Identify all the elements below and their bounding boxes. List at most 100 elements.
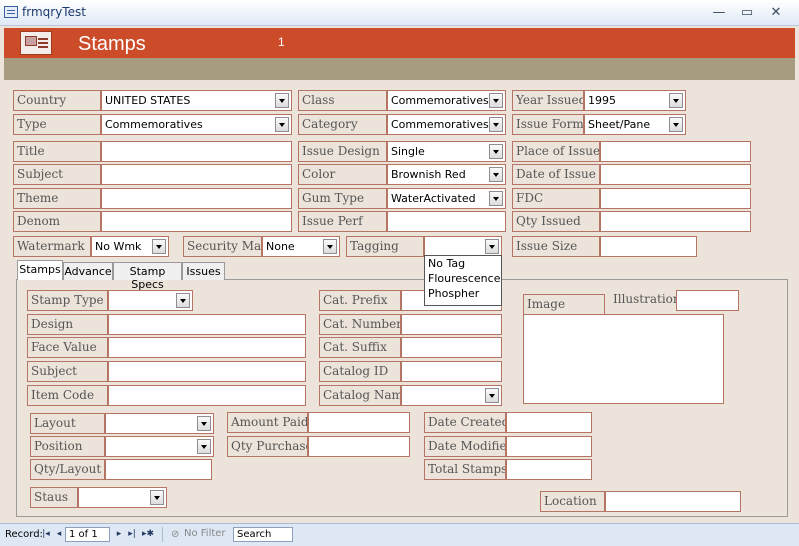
- dropdown-arrow-icon[interactable]: [669, 117, 683, 132]
- date-modified-field[interactable]: [506, 436, 592, 457]
- date-created-label: Date Created: [424, 412, 506, 433]
- category-label: Category: [298, 114, 387, 135]
- previous-record-icon[interactable]: ◂: [53, 528, 65, 540]
- subject-field[interactable]: [101, 164, 292, 185]
- dropdown-arrow-icon[interactable]: [150, 490, 164, 505]
- illustration-field[interactable]: [676, 290, 739, 311]
- item-code-field[interactable]: [108, 385, 306, 406]
- place-of-issue-field[interactable]: [600, 141, 751, 162]
- tagging-dropdown-list[interactable]: No Tag Flourescence Phospher: [424, 255, 502, 306]
- dropdown-option-no-tag[interactable]: No Tag: [425, 256, 501, 271]
- no-filter-button[interactable]: No Filter: [168, 527, 228, 542]
- date-of-issue-field[interactable]: [600, 164, 751, 185]
- theme-field[interactable]: [101, 188, 292, 209]
- type-combo[interactable]: Commemoratives: [101, 114, 292, 135]
- watermark-combo[interactable]: No Wmk: [91, 236, 169, 257]
- cat-suffix-field[interactable]: [401, 337, 502, 358]
- stamp-image-frame[interactable]: [523, 314, 724, 404]
- cat-number-field[interactable]: [401, 314, 502, 335]
- last-record-icon[interactable]: ▸|: [126, 528, 138, 540]
- dropdown-arrow-icon[interactable]: [152, 239, 166, 254]
- title-field[interactable]: [101, 141, 292, 162]
- tab-advance[interactable]: Advance: [63, 262, 113, 280]
- watermark-label: Watermark: [13, 236, 91, 257]
- qty-layout-field[interactable]: [105, 459, 212, 480]
- class-label: Class: [298, 90, 387, 111]
- category-combo[interactable]: Commemoratives: [387, 114, 506, 135]
- issue-perf-field[interactable]: [387, 211, 506, 232]
- layout-combo[interactable]: [105, 413, 214, 434]
- qty-purchased-field[interactable]: [308, 436, 410, 457]
- position-combo[interactable]: [105, 436, 214, 457]
- dropdown-arrow-icon[interactable]: [489, 167, 503, 182]
- close-button[interactable]: ✕: [763, 4, 789, 22]
- search-input[interactable]: Search: [233, 527, 293, 542]
- catalog-id-field[interactable]: [401, 361, 502, 382]
- dropdown-option-flourescence[interactable]: Flourescence: [425, 271, 501, 286]
- layout-label: Layout: [30, 413, 105, 434]
- staus-combo[interactable]: [78, 487, 167, 508]
- subject-label: Subject: [13, 164, 101, 185]
- position-label: Position: [30, 436, 105, 457]
- dropdown-arrow-icon[interactable]: [275, 117, 289, 132]
- current-record-box[interactable]: 1 of 1: [65, 527, 110, 542]
- denom-field[interactable]: [101, 211, 292, 232]
- dropdown-arrow-icon[interactable]: [489, 191, 503, 206]
- stamp-type-combo[interactable]: [108, 290, 193, 311]
- new-record-icon[interactable]: ▸✱: [140, 528, 156, 540]
- stamp-subject-field[interactable]: [108, 361, 306, 382]
- country-combo[interactable]: UNITED STATES: [101, 90, 292, 111]
- tab-stamp-specs[interactable]: Stamp Specs: [113, 262, 182, 291]
- total-stamps-field[interactable]: [506, 459, 592, 480]
- dropdown-arrow-icon[interactable]: [197, 439, 211, 454]
- place-of-issue-label: Place of Issue: [512, 141, 600, 162]
- year-issued-combo[interactable]: 1995: [584, 90, 686, 111]
- tab-issues[interactable]: Issues: [182, 262, 225, 280]
- location-field[interactable]: [605, 491, 741, 512]
- issue-design-combo[interactable]: Single: [387, 141, 506, 162]
- design-field[interactable]: [108, 314, 306, 335]
- minimize-button[interactable]: —: [706, 4, 732, 22]
- dropdown-arrow-icon[interactable]: [489, 93, 503, 108]
- date-of-issue-label: Date of Issue: [512, 164, 600, 185]
- stamp-subject-label: Subject: [27, 361, 108, 382]
- dropdown-option-phospher[interactable]: Phospher: [425, 286, 501, 301]
- issue-format-combo[interactable]: Sheet/Pane: [584, 114, 686, 135]
- dropdown-arrow-icon[interactable]: [489, 117, 503, 132]
- year-issued-label: Year Issued: [512, 90, 584, 111]
- color-combo[interactable]: Brownish Red: [387, 164, 506, 185]
- amount-paid-field[interactable]: [308, 412, 410, 433]
- qty-issued-field[interactable]: [600, 211, 751, 232]
- dropdown-arrow-icon[interactable]: [275, 93, 289, 108]
- dropdown-arrow-icon[interactable]: [489, 144, 503, 159]
- fdc-field[interactable]: [600, 188, 751, 209]
- dropdown-arrow-icon[interactable]: [485, 388, 499, 403]
- class-combo[interactable]: Commemoratives: [387, 90, 506, 111]
- issue-perf-label: Issue Perf: [298, 211, 387, 232]
- security-mark-combo[interactable]: None: [262, 236, 340, 257]
- next-record-icon[interactable]: ▸: [113, 528, 125, 540]
- stamp-type-label: Stamp Type: [27, 290, 108, 311]
- form-subheader: [4, 58, 795, 80]
- face-value-field[interactable]: [108, 337, 306, 358]
- qty-issued-label: Qty Issued: [512, 211, 600, 232]
- catalog-name-label: Catalog Name: [319, 385, 401, 406]
- date-created-field[interactable]: [506, 412, 592, 433]
- dropdown-arrow-icon[interactable]: [323, 239, 337, 254]
- dropdown-arrow-icon[interactable]: [197, 416, 211, 431]
- issue-size-field[interactable]: [600, 236, 697, 257]
- dropdown-arrow-icon[interactable]: [669, 93, 683, 108]
- first-record-icon[interactable]: |◂: [40, 528, 52, 540]
- qty-layout-label: Qty/Layout: [30, 459, 105, 480]
- item-code-label: Item Code: [27, 385, 108, 406]
- cat-prefix-label: Cat. Prefix: [319, 290, 401, 311]
- tagging-combo[interactable]: [424, 236, 502, 257]
- location-label: Location: [540, 491, 605, 512]
- restore-button[interactable]: ▭: [734, 4, 760, 22]
- gum-type-combo[interactable]: WaterActivated: [387, 188, 506, 209]
- catalog-name-combo[interactable]: [401, 385, 502, 406]
- dropdown-arrow-icon[interactable]: [176, 293, 190, 308]
- tab-stamps[interactable]: Stamps: [17, 260, 63, 280]
- dropdown-arrow-icon[interactable]: [485, 239, 499, 254]
- staus-label: Staus: [30, 487, 78, 508]
